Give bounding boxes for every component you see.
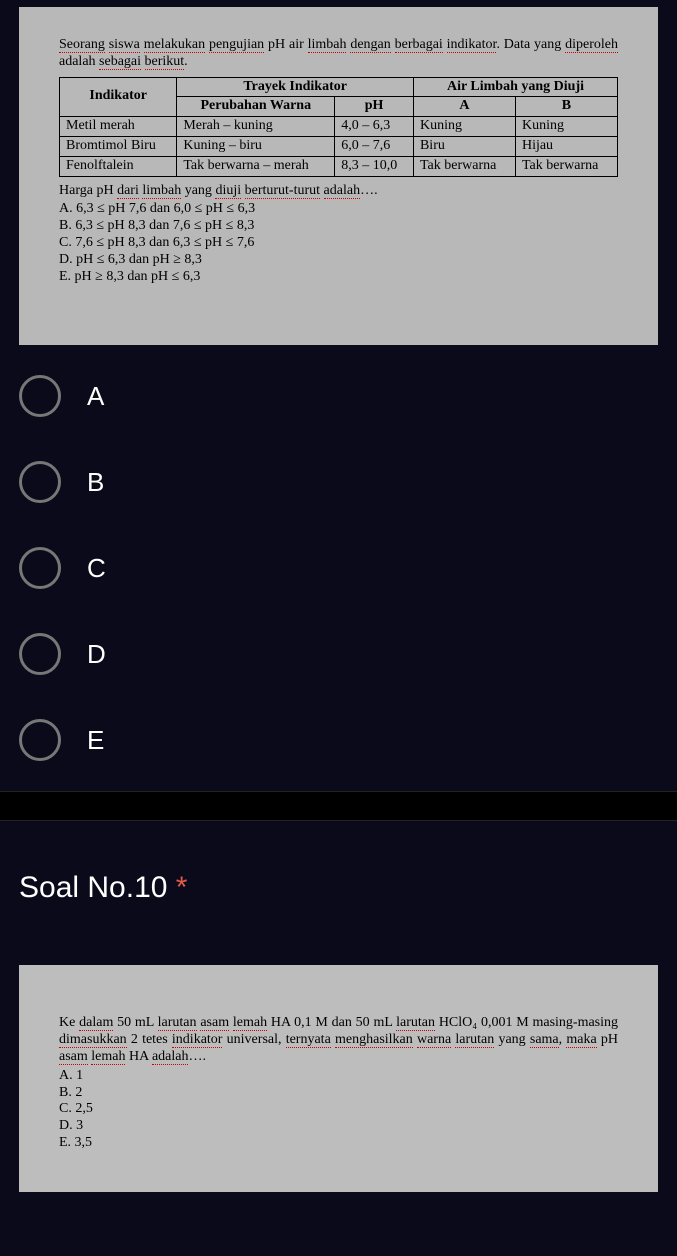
q9-prompt: Harga pH dari limbah yang diuji berturut… [59,183,618,200]
radio-icon [19,461,61,503]
th-a: A [413,97,515,117]
option-b[interactable]: B [19,461,658,503]
option-a[interactable]: A [19,375,658,417]
required-mark: * [176,871,188,904]
q10-choice-b: B. 2 [59,1085,618,1102]
table-row: Fenolftalein Tak berwarna – merah 8,3 – … [60,156,618,176]
question-10-image: Ke dalam 50 mL larutan asam lemah HA 0,1… [19,965,658,1191]
th-warna: Perubahan Warna [177,97,335,117]
option-label: B [87,467,104,498]
option-label: D [87,639,106,670]
option-label: A [87,381,104,412]
q10-choices: A. 1 B. 2 C. 2,5 D. 3 E. 3,5 [59,1068,618,1152]
question-title-text: Soal No.10 [19,871,167,904]
q10-choice-d: D. 3 [59,1118,618,1135]
q10-choice-c: C. 2,5 [59,1101,618,1118]
section-divider [0,791,677,821]
th-indikator: Indikator [60,77,177,117]
q10-choice-a: A. 1 [59,1068,618,1085]
section-q10: Soal No.10 * Ke dalam 50 mL larutan asam… [0,821,677,1191]
radio-icon [19,375,61,417]
q9-choice-b: B. 6,3 ≤ pH 8,3 dan 7,6 ≤ pH ≤ 8,3 [59,218,618,235]
option-c[interactable]: C [19,547,658,589]
radio-icon [19,633,61,675]
option-label: E [87,725,104,756]
q9-intro: Seorang siswa melakukan pengujian pH air… [59,37,618,71]
q9-choice-d: D. pH ≤ 6,3 dan pH ≥ 8,3 [59,252,618,269]
question-title: Soal No.10 * [19,871,658,905]
table-row: Metil merah Merah – kuning 4,0 – 6,3 Kun… [60,117,618,137]
q10-intro: Ke dalam 50 mL larutan asam lemah HA 0,1… [59,1015,618,1065]
q9-choice-a: A. 6,3 ≤ pH 7,6 dan 6,0 ≤ pH ≤ 6,3 [59,201,618,218]
answer-options: A B C D E [0,345,677,791]
table-row: Bromtimol Biru Kuning – biru 6,0 – 7,6 B… [60,136,618,156]
indicator-table: Indikator Trayek Indikator Air Limbah ya… [59,77,618,177]
q10-choice-e: E. 3,5 [59,1135,618,1152]
th-b: B [515,97,617,117]
th-trayek: Trayek Indikator [177,77,414,97]
q9-choices: A. 6,3 ≤ pH 7,6 dan 6,0 ≤ pH ≤ 6,3 B. 6,… [59,201,618,285]
th-air: Air Limbah yang Diuji [413,77,617,97]
q9-choice-e: E. pH ≥ 8,3 dan pH ≤ 6,3 [59,269,618,286]
question-9-image: Seorang siswa melakukan pengujian pH air… [19,7,658,345]
q9-choice-c: C. 7,6 ≤ pH 8,3 dan 6,3 ≤ pH ≤ 7,6 [59,235,618,252]
radio-icon [19,547,61,589]
option-label: C [87,553,106,584]
th-ph: pH [335,97,414,117]
option-e[interactable]: E [19,719,658,761]
option-d[interactable]: D [19,633,658,675]
radio-icon [19,719,61,761]
